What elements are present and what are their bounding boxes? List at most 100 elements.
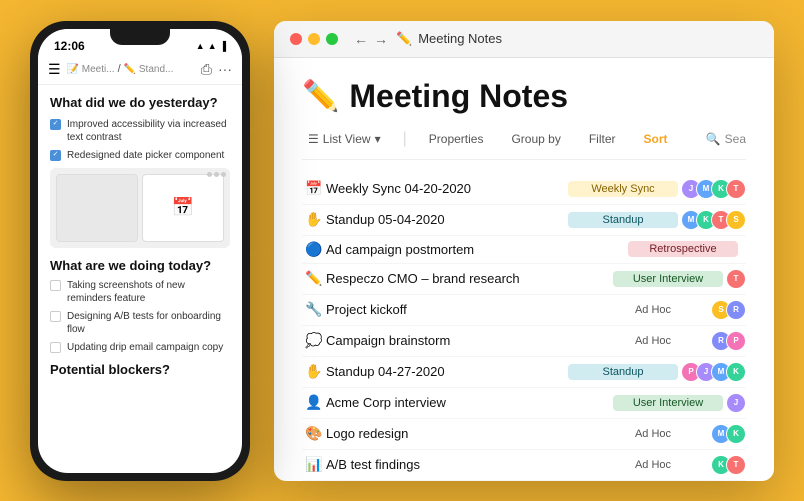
window-titlebar: ← → ✏️ Meeting Notes <box>274 21 774 58</box>
meeting-row[interactable]: ✋Standup 05-04-2020StandupMKTS <box>302 205 746 236</box>
phone-checklist-item-1: Improved accessibility via increased tex… <box>50 118 230 144</box>
meeting-name: Standup 04-27-2020 <box>326 364 568 379</box>
phone-section1-title: What did we do yesterday? <box>50 95 230 110</box>
meeting-avatars: KT <box>716 455 746 475</box>
avatar: R <box>726 300 746 320</box>
filter-button[interactable]: Filter <box>583 129 622 149</box>
window-back-arrow[interactable]: ← <box>354 31 368 47</box>
meeting-icon: 📅 <box>302 180 326 197</box>
meeting-row[interactable]: 🔧Project kickoffAd HocSR <box>302 295 746 326</box>
avatar: K <box>726 362 746 382</box>
avatar: P <box>726 331 746 351</box>
phone-checkbox-1[interactable] <box>50 119 61 130</box>
meeting-icon: 🎨 <box>302 425 326 442</box>
phone-checkbox-label-2: Redesigned date picker component <box>67 149 224 162</box>
phone-checkbox-4[interactable] <box>50 311 61 322</box>
meeting-icon: 🔵 <box>302 241 326 258</box>
meeting-row[interactable]: 👤Acme Corp interviewUser InterviewJ <box>302 388 746 419</box>
meeting-tag: Ad Hoc <box>598 457 708 473</box>
meeting-name: Ad campaign postmortem <box>326 242 628 257</box>
list-view-chevron: ▾ <box>375 132 381 146</box>
phone-checkbox-2[interactable] <box>50 150 61 161</box>
group-by-button[interactable]: Group by <box>505 129 566 149</box>
phone-content: What did we do yesterday? Improved acces… <box>38 85 242 473</box>
meeting-row[interactable]: ✋Standup 04-27-2020StandupPJMK <box>302 357 746 388</box>
meeting-row[interactable]: ✏️Respeczo CMO – brand researchUser Inte… <box>302 264 746 295</box>
meeting-avatars: JMKT <box>686 179 746 199</box>
phone-checkbox-label-3: Taking screenshots of new reminders feat… <box>67 279 230 305</box>
search-icon: 🔍 <box>706 132 721 146</box>
phone-cal-box-2: 📅 <box>142 174 224 242</box>
meeting-avatars: J <box>731 393 746 413</box>
meeting-name: Logo redesign <box>326 426 598 441</box>
meeting-name: A/B test findings <box>326 457 598 472</box>
meeting-avatars: PJMK <box>686 362 746 382</box>
sort-button[interactable]: Sort <box>638 129 674 149</box>
phone-checkbox-label-1: Improved accessibility via increased tex… <box>67 118 230 144</box>
properties-button[interactable]: Properties <box>423 129 490 149</box>
search-area[interactable]: 🔍 Sea <box>706 132 746 146</box>
phone-more-icon[interactable]: ··· <box>218 61 232 78</box>
meeting-avatars: T <box>731 269 746 289</box>
phone-section2-title: What are we doing today? <box>50 258 230 273</box>
phone-device: 12:06 ▲ ▲ ▐ ☰ 📝 Meeti... / ✏️ Stand... ⎙… <box>30 21 250 481</box>
window-forward-arrow[interactable]: → <box>374 31 388 47</box>
meeting-tag: Ad Hoc <box>598 333 708 349</box>
list-view-button[interactable]: ☰ List View ▾ <box>302 129 387 149</box>
phone-checkbox-3[interactable] <box>50 280 61 291</box>
phone-calendar-screenshot: 📅 <box>50 168 230 248</box>
search-text: Sea <box>725 132 746 146</box>
meeting-icon: ✋ <box>302 211 326 228</box>
phone-checkbox-5[interactable] <box>50 342 61 353</box>
meeting-row[interactable]: 💭Campaign brainstormAd HocRP <box>302 326 746 357</box>
dot-3 <box>221 172 226 177</box>
phone-checkbox-label-4: Designing A/B tests for onboarding flow <box>67 310 230 336</box>
avatar: T <box>726 455 746 475</box>
phone-checklist-item-4: Designing A/B tests for onboarding flow <box>50 310 230 336</box>
signal-icon: ▲ <box>196 41 205 51</box>
meeting-tag: User Interview <box>613 271 723 287</box>
phone-menu-icon[interactable]: ☰ <box>48 61 61 78</box>
phone-notch <box>110 29 170 45</box>
meeting-avatars: MK <box>716 424 746 444</box>
meeting-tag: Weekly Sync <box>568 181 678 197</box>
group-by-label: Group by <box>511 132 560 146</box>
meeting-name: Campaign brainstorm <box>326 333 598 348</box>
list-view-icon: ☰ <box>308 132 319 146</box>
toolbar-separator-1: | <box>403 130 407 148</box>
meeting-avatars: SR <box>716 300 746 320</box>
meeting-row[interactable]: 🔵Ad campaign postmortemRetrospective <box>302 236 746 264</box>
window-controls <box>290 33 338 45</box>
phone-checklist-item-2: Redesigned date picker component <box>50 149 230 162</box>
meeting-name: Respeczo CMO – brand research <box>326 271 613 286</box>
meeting-list: 📅Weekly Sync 04-20-2020Weekly SyncJMKT✋S… <box>302 174 746 481</box>
phone-checklist-item-3: Taking screenshots of new reminders feat… <box>50 279 230 305</box>
meeting-avatars: MKTS <box>686 210 746 230</box>
phone-crumb-1[interactable]: 📝 Meeti... <box>67 64 115 75</box>
desktop-window: ← → ✏️ Meeting Notes ✏️ Meeting Notes ☰ … <box>274 21 774 481</box>
meeting-row[interactable]: 📅Weekly Sync 04-20-2020Weekly SyncJMKT <box>302 174 746 205</box>
window-maximize-button[interactable] <box>326 33 338 45</box>
meeting-icon: 🔧 <box>302 301 326 318</box>
list-view-label: List View <box>323 132 371 146</box>
avatar: K <box>726 424 746 444</box>
avatar: J <box>726 393 746 413</box>
page-title-text: Meeting Notes <box>349 78 568 115</box>
phone-crumb-2[interactable]: ✏️ Stand... <box>124 64 174 75</box>
meeting-icon: 📊 <box>302 456 326 473</box>
wifi-icon: ▲ <box>208 41 217 51</box>
meeting-row[interactable]: 📊A/B test findingsAd Hoc KT <box>302 450 746 481</box>
phone-section3-title: Potential blockers? <box>50 362 230 377</box>
meeting-row[interactable]: 🎨Logo redesignAd HocMK <box>302 419 746 450</box>
window-minimize-button[interactable] <box>308 33 320 45</box>
dot-1 <box>207 172 212 177</box>
window-close-button[interactable] <box>290 33 302 45</box>
meeting-tag: Ad Hoc <box>598 302 708 318</box>
phone-cal-box-1 <box>56 174 138 242</box>
phone-share-icon[interactable]: ⎙ <box>201 61 212 78</box>
window-title-emoji: ✏️ <box>396 31 412 47</box>
meeting-tag: User Interview <box>613 395 723 411</box>
properties-label: Properties <box>429 132 484 146</box>
filter-label: Filter <box>589 132 616 146</box>
meeting-name: Standup 05-04-2020 <box>326 212 568 227</box>
